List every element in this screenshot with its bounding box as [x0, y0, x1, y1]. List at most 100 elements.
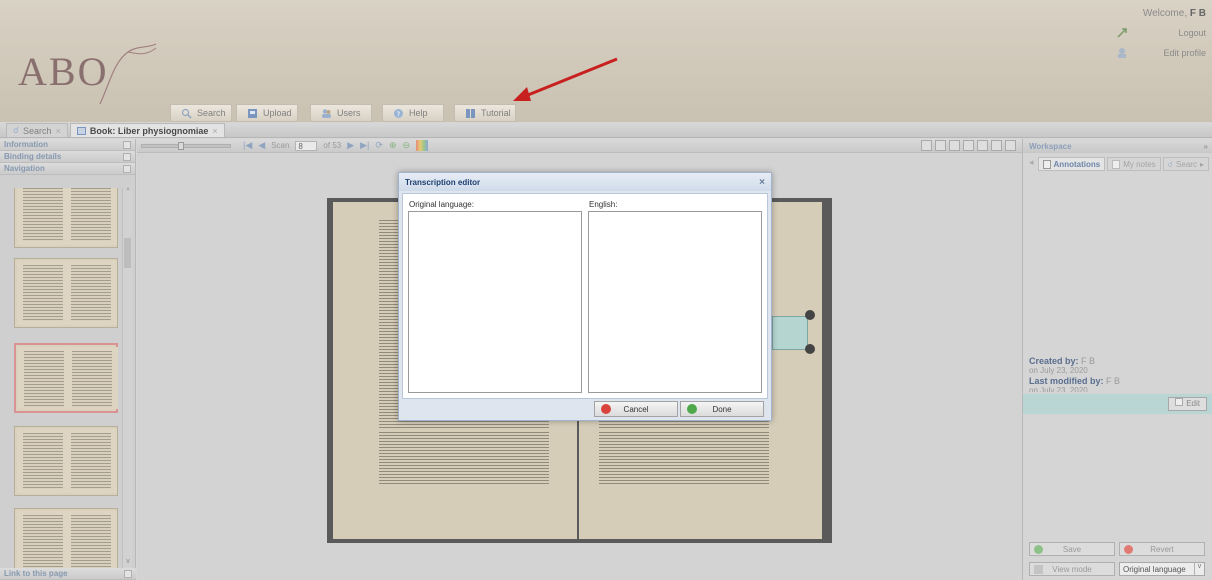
tutorial-icon: [465, 108, 476, 119]
page-thumbnails: [0, 188, 122, 568]
abo-logo: ABO: [18, 42, 158, 112]
first-page-icon[interactable]: |◀: [243, 140, 252, 151]
revert-button[interactable]: Revert: [1119, 542, 1205, 556]
zoom-slider[interactable]: [141, 141, 231, 150]
workspace-panel: Workspace » ◂ Annotations My notes ☌ Sea…: [1022, 139, 1212, 580]
original-language-textarea[interactable]: [408, 211, 582, 393]
tab-annotations[interactable]: Annotations: [1037, 157, 1106, 171]
dialog-title-bar: Transcription editor ×: [399, 173, 771, 191]
thumbnail-scan[interactable]: [14, 426, 118, 496]
scroll-up-icon[interactable]: ^: [123, 188, 133, 198]
quill-icon: [99, 43, 157, 105]
dialog-body: Original language: English:: [402, 193, 768, 399]
save-icon: [1034, 545, 1043, 554]
tab-my-notes[interactable]: My notes: [1107, 157, 1161, 171]
english-textarea[interactable]: [588, 211, 762, 393]
scroll-right-icon[interactable]: ▸: [1200, 160, 1204, 169]
created-on: on July 23, 2020: [1029, 366, 1088, 375]
refresh-icon[interactable]: ⟳: [375, 140, 383, 151]
thumbnail-scan[interactable]: [14, 508, 118, 568]
edit-button[interactable]: Edit: [1168, 397, 1207, 411]
scrollbar-thumb[interactable]: [124, 238, 131, 268]
link-to-page-section[interactable]: Link to this page: [0, 568, 136, 580]
last-page-icon[interactable]: ▶|: [360, 140, 369, 151]
collapse-icon[interactable]: »: [1204, 142, 1208, 151]
welcome-text: Welcome, F B: [1142, 8, 1206, 19]
information-section[interactable]: Information: [0, 139, 135, 151]
scan-label: Scan: [271, 141, 290, 150]
thumbnail-scan[interactable]: [14, 188, 118, 248]
tab-book[interactable]: Book: Liber physiognomiae ×: [69, 123, 225, 137]
original-language-label: Original language:: [409, 200, 474, 209]
navigation-section[interactable]: Navigation: [0, 163, 135, 175]
nav-tutorial-button[interactable]: Tutorial: [454, 104, 516, 122]
cancel-button[interactable]: Cancel: [594, 401, 678, 417]
logout-icon: [1116, 27, 1128, 39]
scan-total: of 53: [323, 141, 342, 150]
modified-by: Last modified by: F B: [1029, 376, 1121, 386]
select-icon[interactable]: [935, 140, 946, 151]
logout-button[interactable]: Logout: [1116, 25, 1206, 41]
nav-help-button[interactable]: ? Help: [382, 104, 444, 122]
nav-search-button[interactable]: Search: [170, 104, 232, 122]
cancel-icon: [601, 404, 611, 414]
nav-upload-button[interactable]: Upload: [236, 104, 298, 122]
edit-profile-icon: [1116, 47, 1128, 59]
annotation-handle[interactable]: [805, 310, 815, 320]
chevron-down-icon[interactable]: v: [1194, 563, 1204, 575]
polygon-tool-icon[interactable]: [963, 140, 974, 151]
scroll-left-icon[interactable]: ◂: [1027, 157, 1036, 171]
workspace-header: Workspace »: [1023, 139, 1212, 153]
close-icon[interactable]: ×: [212, 126, 217, 136]
line-tool-icon[interactable]: [977, 140, 988, 151]
upload-icon: [247, 108, 258, 119]
pan-hand-icon[interactable]: [921, 140, 932, 151]
nav-users-button[interactable]: Users: [310, 104, 372, 122]
zoom-slider-knob[interactable]: [178, 141, 184, 150]
expand-toggle-icon[interactable]: [124, 569, 132, 578]
freehand-tool-icon[interactable]: [991, 140, 1002, 151]
viewer-toolbar: |◀ ◀ Scan 8 of 53 ▶ ▶| ⟳ ⊕ ⊖: [137, 139, 1022, 153]
transcription-editor-dialog: Transcription editor × Original language…: [398, 172, 772, 421]
previous-page-icon[interactable]: ◀: [258, 140, 265, 151]
tab-search[interactable]: ☌ Searc ▸: [1162, 157, 1209, 171]
thumbnail-scan[interactable]: [14, 258, 118, 328]
scan-number-input[interactable]: 8: [295, 140, 318, 151]
collapse-toggle-icon[interactable]: [123, 140, 131, 149]
close-icon[interactable]: ×: [56, 126, 61, 136]
red-arrow-annotation: [513, 57, 618, 101]
document-tabs: ☌ Search × Book: Liber physiognomiae ×: [0, 123, 1212, 138]
dialog-footer: Cancel Done: [402, 401, 768, 419]
rectangle-tool-icon[interactable]: [949, 140, 960, 151]
app-header: ABO Welcome, F B Logout Edit profile Sea…: [0, 0, 1212, 122]
thumbnail-scrollbar[interactable]: ^ v: [122, 188, 132, 568]
search-icon: ☌: [1167, 159, 1174, 169]
tab-search[interactable]: ☌ Search ×: [6, 123, 68, 137]
close-icon[interactable]: ×: [759, 177, 765, 188]
thumbnail-scan-selected[interactable]: [14, 343, 118, 413]
search-icon: [181, 108, 192, 119]
done-button[interactable]: Done: [680, 401, 764, 417]
annotation-handle[interactable]: [805, 344, 815, 354]
binding-details-section[interactable]: Binding details: [0, 151, 135, 163]
help-icon: ?: [393, 108, 404, 119]
language-select[interactable]: Original language v: [1119, 562, 1205, 576]
zoom-out-icon[interactable]: ⊖: [403, 140, 411, 151]
annotation-region[interactable]: [772, 316, 808, 350]
zoom-in-icon[interactable]: ⊕: [389, 140, 397, 151]
view-mode-button[interactable]: View mode: [1029, 562, 1115, 576]
main-nav: Search Upload Users ? Help Tutorial: [170, 104, 516, 122]
next-page-icon[interactable]: ▶: [347, 140, 354, 151]
users-icon: [321, 108, 332, 119]
edit-profile-button[interactable]: Edit profile: [1116, 45, 1206, 61]
book-icon: [76, 126, 86, 135]
save-button[interactable]: Save: [1029, 542, 1115, 556]
eraser-icon[interactable]: [1005, 140, 1016, 151]
left-panel: Information Binding details Navigation ^…: [0, 139, 136, 580]
workspace-tabs: ◂ Annotations My notes ☌ Searc ▸: [1023, 157, 1212, 171]
expand-toggle-icon[interactable]: [123, 152, 131, 161]
scroll-down-icon[interactable]: v: [123, 558, 133, 568]
color-adjust-icon[interactable]: [416, 140, 429, 151]
collapse-toggle-icon[interactable]: [123, 164, 131, 173]
view-options: View mode Original language v: [1029, 562, 1205, 576]
